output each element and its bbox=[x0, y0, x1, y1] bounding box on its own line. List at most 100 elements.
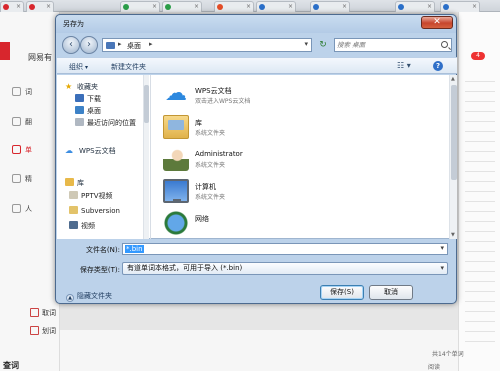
close-button[interactable]: ✕ bbox=[421, 16, 453, 29]
address-bar[interactable]: ▸ 桌面 ▸ ▾ bbox=[102, 38, 312, 52]
nav-group-wps-cloud[interactable]: ☁ WPS云文档 bbox=[65, 146, 116, 156]
browser-tab[interactable]: × bbox=[440, 1, 480, 12]
app-name: 网易有 bbox=[28, 53, 52, 62]
menu-item[interactable]: 翻 bbox=[12, 117, 55, 129]
browser-tab[interactable]: × bbox=[26, 1, 54, 12]
file-item-computer[interactable]: 计算机 系统文件夹 bbox=[163, 179, 423, 207]
browser-tab[interactable]: × bbox=[162, 1, 202, 12]
file-name-label: 文件名(N): bbox=[85, 246, 120, 254]
tab-close-icon[interactable]: × bbox=[246, 2, 251, 12]
tab-close-icon[interactable]: × bbox=[194, 2, 199, 12]
file-list-scrollbar-thumb[interactable] bbox=[451, 85, 457, 180]
forward-arrow-icon: › bbox=[87, 39, 91, 50]
nav-item-downloads[interactable]: 下载 bbox=[75, 94, 101, 104]
nav-scrollbar[interactable] bbox=[143, 75, 149, 239]
file-item-administrator[interactable]: Administrator 系统文件夹 bbox=[163, 147, 423, 175]
cancel-button[interactable]: 取消 bbox=[369, 285, 413, 300]
download-folder-icon bbox=[75, 94, 84, 102]
pane-splitter[interactable] bbox=[150, 75, 151, 239]
chevron-down-icon[interactable]: ▾ bbox=[304, 40, 308, 48]
hide-folders-toggle[interactable]: ▲ 隐藏文件夹 bbox=[66, 291, 112, 302]
organize-button[interactable]: 组织 ▾ bbox=[69, 62, 88, 72]
file-item-network[interactable]: 网络 bbox=[163, 211, 423, 239]
file-description: 系统文件夹 bbox=[195, 130, 226, 137]
help-button[interactable]: ? bbox=[433, 61, 443, 71]
file-list-scrollbar[interactable]: ▲ ▼ bbox=[449, 75, 457, 239]
breadcrumb-arrow-icon[interactable]: ▸ bbox=[118, 40, 122, 48]
forward-button[interactable]: › bbox=[80, 36, 98, 54]
browser-tab[interactable]: × bbox=[120, 1, 160, 12]
tab-favicon-icon bbox=[313, 4, 319, 10]
nav-item-recent[interactable]: 最近访问的位置 bbox=[75, 118, 136, 128]
dialog-titlebar[interactable]: 另存为 ✕ bbox=[56, 15, 456, 33]
browser-tab[interactable]: × bbox=[256, 1, 296, 12]
menu-item[interactable]: 精 bbox=[12, 174, 55, 186]
nav-item-subversion[interactable]: Subversion bbox=[69, 206, 120, 216]
scroll-up-icon[interactable]: ▲ bbox=[451, 76, 455, 82]
nav-item-desktop[interactable]: 桌面 bbox=[75, 106, 101, 116]
search-input[interactable] bbox=[337, 40, 435, 50]
recent-places-icon bbox=[75, 118, 84, 126]
breadcrumb-arrow-icon[interactable]: ▸ bbox=[149, 40, 153, 48]
chevron-down-icon[interactable]: ▾ bbox=[440, 263, 444, 274]
view-options-button[interactable]: ☷ ▾ bbox=[397, 61, 415, 72]
cloud-icon: ☁ bbox=[165, 81, 187, 106]
star-icon: ★ bbox=[65, 82, 73, 91]
file-item-wps-cloud[interactable]: ☁ WPS云文档 双击进入WPS云文档 bbox=[163, 83, 423, 111]
nav-scrollbar-thumb[interactable] bbox=[144, 85, 149, 123]
desktop-icon bbox=[75, 106, 84, 114]
tab-close-icon[interactable]: × bbox=[16, 2, 21, 12]
tab-close-icon[interactable]: × bbox=[472, 2, 477, 12]
save-button[interactable]: 保存(S) bbox=[320, 285, 364, 300]
file-name-field[interactable]: *.bin ▾ bbox=[122, 243, 448, 255]
list-lines bbox=[459, 72, 500, 351]
search-icon[interactable] bbox=[441, 41, 448, 48]
search-box[interactable] bbox=[334, 38, 452, 52]
nav-group-favorites[interactable]: ★ 收藏夹 bbox=[65, 82, 98, 92]
tab-favicon-icon bbox=[123, 4, 129, 10]
tab-favicon-icon bbox=[165, 4, 171, 10]
nav-item-videos[interactable]: 视频 bbox=[69, 221, 95, 229]
tab-close-icon[interactable]: × bbox=[46, 2, 51, 12]
select-word-checkbox[interactable]: 划词 bbox=[30, 326, 56, 336]
tab-close-icon[interactable]: × bbox=[288, 2, 293, 12]
tab-favicon-icon bbox=[259, 4, 265, 10]
chevron-down-icon: ▾ bbox=[85, 64, 89, 71]
browser-tab[interactable]: × bbox=[395, 1, 435, 12]
tab-favicon-icon bbox=[3, 4, 9, 10]
dict-app-right-panel: 4 bbox=[458, 12, 500, 371]
computer-icon bbox=[163, 179, 189, 203]
file-name-value[interactable]: *.bin bbox=[125, 245, 144, 253]
file-name: WPS云文档 bbox=[195, 87, 232, 95]
file-type-select[interactable]: 有道单词本格式，可用于导入 (*.bin) ▾ bbox=[122, 262, 448, 275]
take-word-checkbox[interactable]: 取词 bbox=[30, 308, 56, 318]
nav-item-pptv[interactable]: PPTV视频 bbox=[69, 191, 113, 201]
breadcrumb-desktop[interactable]: 桌面 bbox=[127, 41, 141, 51]
dialog-title: 另存为 bbox=[63, 20, 84, 28]
browser-tab[interactable]: × bbox=[0, 1, 24, 12]
dialog-content: ★ 收藏夹 下载 桌面 最近访问的位置 ☁ WPS云文档 库 PPTV视频 Subv… bbox=[57, 75, 457, 239]
file-type-value: 有道单词本格式，可用于导入 (*.bin) bbox=[127, 264, 243, 272]
new-folder-button[interactable]: 新建文件夹 bbox=[111, 62, 146, 72]
file-description: 双击进入WPS云文档 bbox=[195, 98, 251, 105]
menu-item-active[interactable]: 单 bbox=[12, 145, 55, 157]
file-list: ☁ WPS云文档 双击进入WPS云文档 库 系统文件夹 Administrato… bbox=[153, 75, 453, 239]
tab-close-icon[interactable]: × bbox=[342, 2, 347, 12]
browser-tab[interactable]: × bbox=[310, 1, 350, 12]
chevron-down-icon[interactable]: ▾ bbox=[440, 244, 444, 252]
nav-group-library[interactable]: 库 bbox=[65, 178, 84, 188]
back-button[interactable]: ‹ bbox=[62, 36, 80, 54]
scroll-down-icon[interactable]: ▼ bbox=[451, 232, 455, 238]
dialog-toolbar: 组织 ▾ 新建文件夹 ☷ ▾ ? bbox=[57, 57, 457, 74]
tab-close-icon[interactable]: × bbox=[427, 2, 432, 12]
read-status: 阅读 bbox=[428, 364, 441, 371]
browser-tab[interactable]: × bbox=[214, 1, 254, 12]
tab-close-icon[interactable]: × bbox=[152, 2, 157, 12]
app-logo-icon bbox=[0, 42, 10, 60]
menu-item[interactable]: 人 bbox=[12, 204, 55, 216]
file-item-library[interactable]: 库 系统文件夹 bbox=[163, 115, 423, 143]
refresh-button[interactable]: ↻ bbox=[316, 38, 330, 52]
menu-item[interactable]: 词 bbox=[12, 87, 55, 99]
file-name: Administrator bbox=[195, 150, 243, 158]
browser-tab-bar: × × × × × × × × × bbox=[0, 0, 500, 12]
